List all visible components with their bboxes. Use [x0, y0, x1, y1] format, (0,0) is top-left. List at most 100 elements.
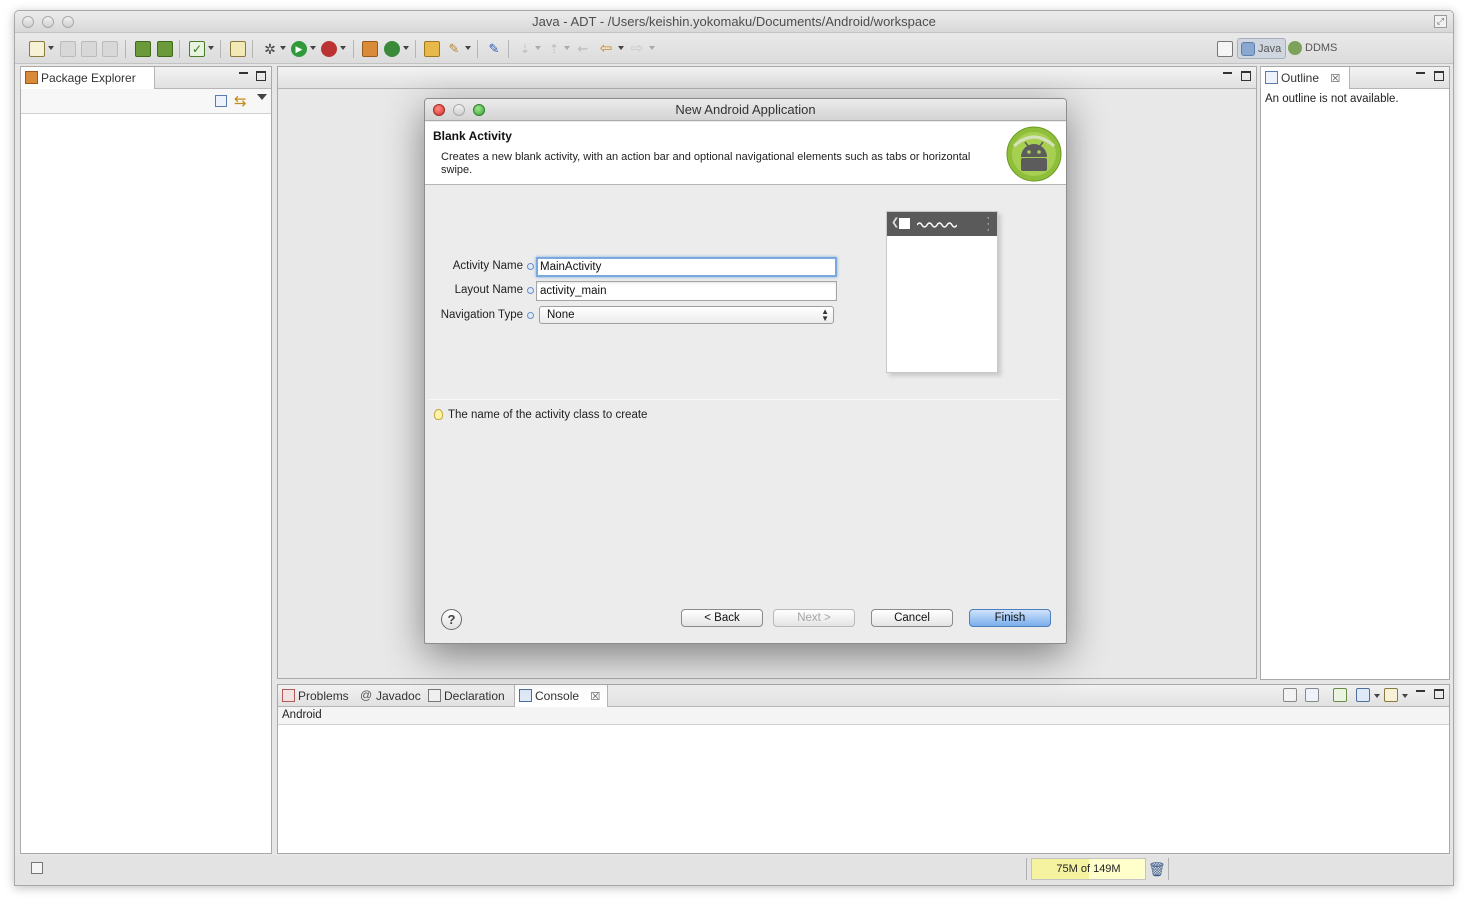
tab-console[interactable]: Console ☒ [514, 685, 608, 707]
maximize-view-icon[interactable] [1434, 71, 1444, 81]
dialog-title: New Android Application [675, 102, 816, 117]
dialog-header-title: Blank Activity [433, 129, 512, 143]
editor-tabstrip [278, 67, 1256, 89]
android-avd-manager-icon[interactable] [157, 41, 173, 57]
print-icon[interactable] [102, 41, 118, 57]
close-icon[interactable]: ☒ [590, 686, 600, 708]
main-toolbar: ✓ ✲ ▶ ✎ ✎ ⇣ ⇡ ⇜ ⇦ ⇨ Java DDMS [15, 34, 1453, 64]
maximize-view-icon[interactable] [256, 71, 266, 81]
layout-name-input[interactable] [536, 281, 837, 301]
clear-console-icon[interactable] [1283, 688, 1297, 702]
package-explorer-panel: Package Explorer ☒ ⇆ [20, 66, 272, 854]
status-separator [1026, 858, 1027, 880]
android-logo-icon [1006, 126, 1062, 182]
open-console-icon[interactable] [1384, 688, 1398, 702]
external-tools-dropdown-icon[interactable] [340, 46, 346, 50]
heap-status: 75M of 149M [1031, 858, 1146, 880]
tab-package-explorer[interactable]: Package Explorer ☒ [20, 67, 155, 107]
back-button[interactable]: < Back [681, 609, 763, 627]
new-file-icon[interactable] [29, 41, 45, 57]
forward-arrow-icon[interactable]: ⇨ [629, 41, 645, 57]
package-explorer-viewbar: ⇆ [21, 89, 271, 114]
navigation-type-selected: None [547, 309, 575, 321]
close-window-button[interactable] [22, 16, 34, 28]
perspective-java-label: Java [1258, 43, 1282, 55]
package-explorer-icon [25, 71, 38, 84]
toggle-mark-occurrences-icon[interactable]: ✎ [486, 41, 502, 57]
minimize-view-icon[interactable] [1416, 72, 1425, 74]
new-android-project-icon[interactable] [230, 41, 246, 57]
run-garbage-collector-icon[interactable]: 🗑 [1148, 861, 1166, 878]
perspective-java[interactable]: Java [1237, 38, 1287, 59]
next-annotation-icon[interactable]: ⇣ [517, 41, 533, 57]
perspective-ddms-label: DDMS [1305, 42, 1338, 54]
previous-annotation-dropdown-icon[interactable] [564, 46, 570, 50]
display-console-dropdown-icon[interactable] [1374, 694, 1380, 698]
next-button[interactable]: Next > [773, 609, 855, 627]
link-with-editor-icon[interactable]: ⇆ [234, 92, 247, 110]
external-tools-icon[interactable] [321, 41, 337, 57]
new-java-package-icon[interactable] [362, 41, 378, 57]
minimize-editor-icon[interactable] [1223, 72, 1232, 74]
new-dropdown-icon[interactable] [48, 46, 54, 50]
activity-name-input[interactable] [536, 257, 837, 277]
navigation-type-select[interactable]: None ▲ ▼ [539, 306, 834, 324]
debug-icon[interactable]: ✲ [262, 41, 278, 57]
navigation-type-label: Navigation Type [440, 309, 523, 321]
last-edit-location-icon[interactable]: ⇜ [575, 41, 591, 57]
dialog-minimize-button[interactable] [453, 104, 465, 116]
forward-dropdown-icon[interactable] [649, 46, 655, 50]
scroll-lock-icon[interactable] [1305, 688, 1319, 702]
view-menu-icon[interactable] [257, 94, 267, 100]
collapse-all-icon[interactable] [215, 95, 227, 107]
search-icon[interactable]: ✎ [446, 41, 462, 57]
lightbulb-icon [434, 409, 443, 420]
next-annotation-dropdown-icon[interactable] [535, 46, 541, 50]
android-sdk-manager-icon[interactable] [135, 41, 151, 57]
dialog-close-button[interactable] [433, 104, 445, 116]
run-icon[interactable]: ▶ [291, 41, 307, 57]
tab-outline[interactable]: Outline ☒ [1260, 67, 1350, 89]
back-dropdown-icon[interactable] [618, 46, 624, 50]
tab-javadoc[interactable]: @ Javadoc [356, 685, 424, 707]
javadoc-icon: @ [360, 688, 373, 702]
pin-console-icon[interactable] [1333, 688, 1347, 702]
activity-name-label: Activity Name [452, 260, 523, 272]
back-arrow-icon[interactable]: ⇦ [598, 41, 614, 57]
tab-problems[interactable]: Problems [278, 685, 356, 707]
console-panel: Problems @ Javadoc Declaration Console ☒ [277, 684, 1450, 854]
zoom-window-button[interactable] [62, 16, 74, 28]
tab-declaration[interactable]: Declaration [424, 685, 514, 707]
run-dropdown-icon[interactable] [310, 46, 316, 50]
maximize-editor-icon[interactable] [1241, 71, 1251, 81]
window-title: Java - ADT - /Users/keishin.yokomaku/Doc… [532, 14, 936, 29]
outline-panel: Outline ☒ An outline is not available. [1260, 66, 1450, 680]
finish-button[interactable]: Finish [969, 609, 1051, 627]
previous-annotation-icon[interactable]: ⇡ [546, 41, 562, 57]
lint-check-icon[interactable]: ✓ [189, 41, 205, 57]
open-console-dropdown-icon[interactable] [1402, 694, 1408, 698]
minimize-view-icon[interactable] [1416, 690, 1425, 692]
debug-dropdown-icon[interactable] [280, 46, 286, 50]
save-all-icon[interactable] [81, 41, 97, 57]
minimize-view-icon[interactable] [239, 72, 248, 74]
dialog-zoom-button[interactable] [473, 104, 485, 116]
close-icon[interactable]: ☒ [1330, 68, 1340, 90]
new-java-class-icon[interactable] [384, 41, 400, 57]
fast-view-icon[interactable] [31, 862, 43, 874]
lint-dropdown-icon[interactable] [208, 46, 214, 50]
new-android-application-dialog: New Android Application Blank Activity C… [424, 98, 1067, 644]
display-console-icon[interactable] [1356, 688, 1370, 702]
fullscreen-icon[interactable]: ⤢ [1434, 15, 1447, 28]
cancel-button[interactable]: Cancel [871, 609, 953, 627]
open-perspective-icon[interactable] [1217, 41, 1233, 57]
help-button[interactable]: ? [441, 609, 462, 630]
minimize-window-button[interactable] [42, 16, 54, 28]
search-dropdown-icon[interactable] [465, 46, 471, 50]
new-class-dropdown-icon[interactable] [403, 46, 409, 50]
maximize-view-icon[interactable] [1434, 689, 1444, 699]
preview-overflow-menu-icon: · · · [986, 212, 990, 236]
perspective-ddms[interactable]: DDMS [1285, 38, 1341, 59]
open-type-icon[interactable] [424, 41, 440, 57]
save-icon[interactable] [60, 41, 76, 57]
